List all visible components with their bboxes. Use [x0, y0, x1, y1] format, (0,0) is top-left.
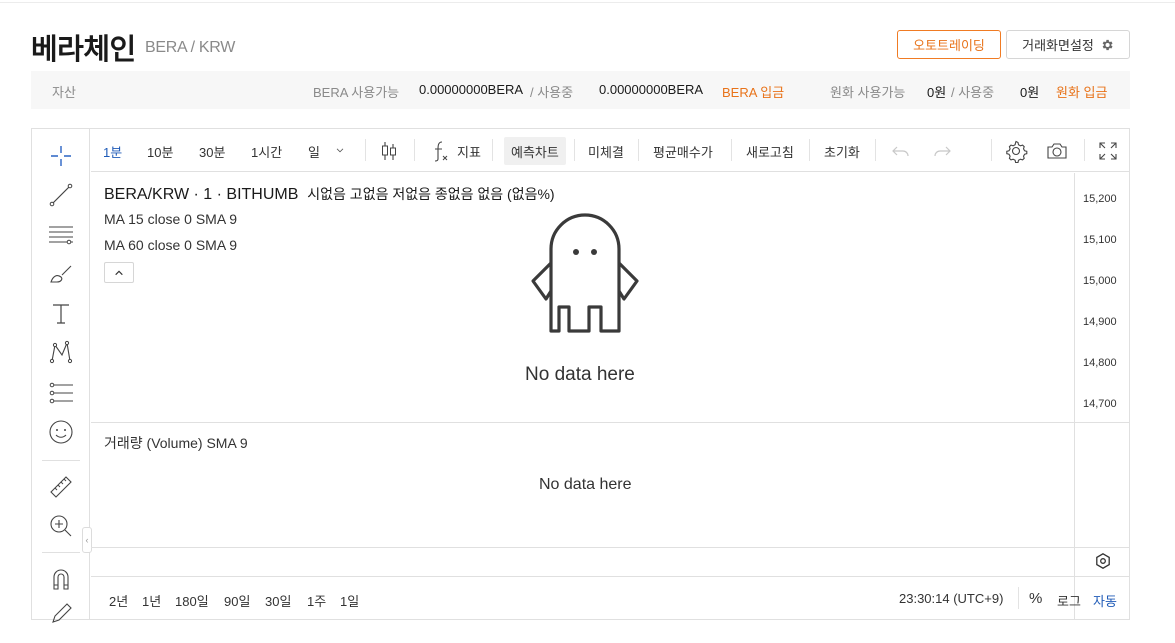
range-2y[interactable]: 2년 — [109, 591, 128, 610]
ghost-icon — [531, 213, 639, 333]
toolbar-separator — [731, 139, 732, 161]
bera-deposit-link[interactable]: BERA 입금 — [722, 82, 784, 101]
toolbar-separator — [574, 139, 575, 161]
emoji-icon[interactable] — [46, 417, 76, 447]
krw-in-use-value: 0원 — [1020, 85, 1040, 100]
page-header: 베라체인 BERA / KRW 오토트레이딩 거래화면설정 — [31, 24, 1130, 66]
magnet-icon[interactable] — [46, 564, 76, 594]
time-bar-separator — [1018, 587, 1019, 609]
crosshair-icon[interactable] — [46, 141, 76, 171]
range-1d[interactable]: 1일 — [340, 591, 359, 610]
indicator-button[interactable]: 지표 — [457, 142, 481, 161]
price-tick: 14,700 — [1083, 398, 1117, 410]
coin-name: 베라체인 — [31, 34, 136, 66]
range-30d[interactable]: 30일 — [265, 591, 291, 610]
toolbar-separator — [414, 139, 415, 161]
pattern-icon[interactable] — [46, 338, 76, 368]
interval-30m[interactable]: 30분 — [199, 142, 225, 161]
auto-trading-button[interactable]: 오토트레이딩 — [897, 30, 1001, 59]
candle-icon[interactable] — [376, 138, 402, 164]
krw-available-label: 원화 사용가능 — [830, 85, 906, 100]
auto-scale-toggle[interactable]: 자동 — [1093, 591, 1117, 610]
volume-no-data-message: No data here — [539, 476, 632, 493]
price-tick: 15,200 — [1083, 193, 1117, 205]
interval-1h[interactable]: 1시간 — [251, 142, 282, 161]
chevron-down-icon[interactable] — [332, 140, 348, 160]
range-90d[interactable]: 90일 — [224, 591, 250, 610]
range-1y[interactable]: 1년 — [142, 591, 161, 610]
ruler-icon[interactable] — [46, 472, 76, 502]
brush-icon[interactable] — [46, 259, 76, 289]
volume-legend: 거래량 (Volume) SMA 9 — [104, 435, 248, 451]
time-range-bar: 2년 1년 180일 90일 30일 1주 1일 23:30:14 (UTC+9… — [91, 577, 1129, 619]
unfilled-orders-button[interactable]: 미체결 — [588, 142, 624, 161]
interval-1m[interactable]: 1분 — [103, 142, 122, 161]
indicator-icon[interactable] — [427, 138, 453, 164]
redo-icon[interactable] — [929, 138, 955, 164]
collapse-toolbar-button[interactable]: ‹ — [82, 527, 92, 553]
price-tick: 14,800 — [1083, 357, 1117, 369]
asset-bar: 자산 BERA 사용가능 0.00000000BERA / 사용중 0.0000… — [31, 71, 1130, 109]
chevron-up-icon — [115, 270, 123, 275]
toolbar-separator — [638, 139, 639, 161]
pane-divider[interactable] — [91, 422, 1129, 423]
asset-label: 자산 — [52, 85, 76, 100]
krw-deposit-link[interactable]: 원화 입금 — [1056, 82, 1107, 101]
interval-day[interactable]: 일 — [308, 142, 320, 161]
legend-ma-15: MA 15 close 0 SMA 9 — [104, 211, 238, 227]
gear-icon — [1102, 39, 1113, 50]
text-icon[interactable] — [46, 299, 76, 329]
log-scale-toggle[interactable]: 로그 — [1057, 591, 1081, 610]
pencil-icon[interactable] — [46, 599, 76, 629]
price-tick: 15,100 — [1083, 234, 1117, 246]
legend-ma-60: MA 60 close 0 SMA 9 — [104, 237, 238, 253]
legend-ohlc: 시없음 고없음 저없음 종없음 없음 (없음%) — [307, 186, 555, 202]
pane-divider — [91, 547, 1129, 548]
chart-container: ‹ 1분 10분 30분 1시간 일 지표 예측차트 미체결 평균매수가 새로고… — [31, 128, 1130, 623]
toolbar-separator — [492, 139, 493, 161]
refresh-button[interactable]: 새로고침 — [746, 142, 794, 161]
reset-button[interactable]: 초기화 — [824, 142, 860, 161]
toolbar-separator — [365, 139, 366, 161]
toolbar-separator — [875, 139, 876, 161]
coin-pair: BERA / KRW — [145, 39, 236, 56]
toolbar-separator — [809, 139, 810, 161]
fullscreen-icon[interactable] — [1095, 138, 1121, 164]
forecast-chart-button[interactable]: 예측차트 — [504, 137, 566, 165]
chart-settings-icon[interactable] — [1003, 138, 1029, 164]
timezone-clock[interactable]: 23:30:14 (UTC+9) — [899, 591, 1003, 606]
legend-symbol: BERA/KRW · 1 · BITHUMB — [104, 186, 299, 203]
chart-toolbar: 1분 10분 30분 1시간 일 지표 예측차트 미체결 평균매수가 새로고침 … — [91, 129, 1129, 172]
tool-separator — [42, 552, 80, 553]
bera-in-use-label: / 사용중 — [530, 85, 574, 100]
legend-collapse-button[interactable] — [104, 262, 134, 283]
toolbar-separator — [1084, 139, 1085, 161]
screen-settings-button[interactable]: 거래화면설정 — [1006, 30, 1130, 59]
range-1w[interactable]: 1주 — [307, 591, 326, 610]
fib-icon[interactable] — [46, 378, 76, 408]
horizontal-lines-icon[interactable] — [46, 219, 76, 249]
price-tick: 15,000 — [1083, 275, 1117, 287]
trend-line-icon[interactable] — [46, 180, 76, 210]
range-180d[interactable]: 180일 — [175, 591, 209, 610]
top-divider — [0, 2, 1175, 3]
chart-legend: BERA/KRW · 1 · BITHUMB 시없음 고없음 저없음 종없음 없… — [104, 184, 555, 204]
bera-in-use-value: 0.00000000BERA — [599, 82, 704, 97]
screen-settings-label: 거래화면설정 — [1022, 38, 1094, 53]
interval-10m[interactable]: 10분 — [147, 142, 173, 161]
toolbar-separator — [991, 139, 992, 161]
no-data-message: No data here — [525, 364, 635, 385]
bera-available-value: 0.00000000BERA — [419, 82, 524, 97]
tool-separator — [42, 460, 80, 461]
zoom-in-icon[interactable] — [46, 511, 76, 541]
percent-scale-toggle[interactable]: % — [1029, 590, 1042, 607]
undo-icon[interactable] — [888, 138, 914, 164]
price-tick: 14,900 — [1083, 316, 1117, 328]
axis-settings-icon[interactable] — [1094, 552, 1112, 570]
avg-buy-price-button[interactable]: 평균매수가 — [653, 142, 713, 161]
krw-in-use-label: / 사용중 — [951, 85, 995, 100]
krw-available-value: 0원 — [927, 85, 947, 100]
camera-icon[interactable] — [1044, 138, 1070, 164]
bera-available-label: BERA 사용가능 — [313, 85, 400, 100]
